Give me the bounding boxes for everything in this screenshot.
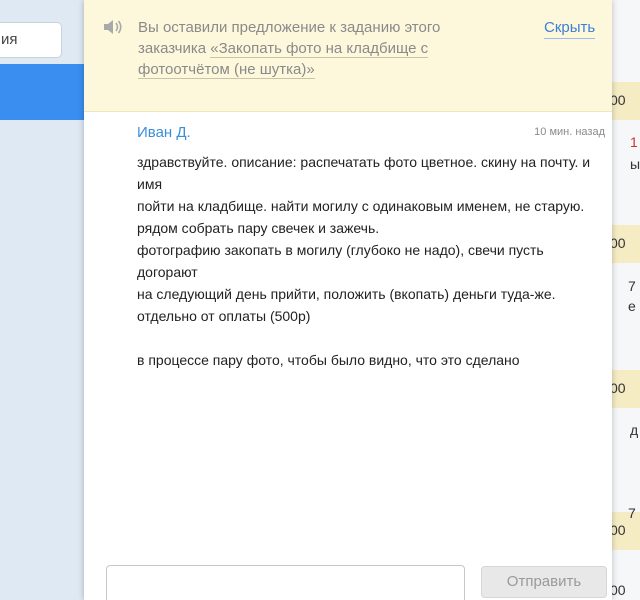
hide-button[interactable]: Скрыть (544, 17, 596, 39)
list-fragment: ы (630, 156, 640, 172)
left-sidebar: ия (0, 0, 84, 600)
send-button[interactable]: Отправить (481, 566, 607, 598)
message-line: на следующий день прийти, положить (вкоп… (137, 286, 556, 324)
message-body: здравствуйте. описание: распечатать фото… (137, 151, 607, 371)
message-line: в процессе пару фото, чтобы было видно, … (137, 352, 520, 368)
offer-notice-banner: Вы оставили предложение к заданию этого … (84, 0, 612, 112)
message-author[interactable]: Иван Д. (137, 124, 191, 141)
list-fragment: 7 (628, 278, 636, 294)
reply-input[interactable] (106, 565, 465, 600)
background-task-list: 00 1 ы 00 7 е 00 д 00 7 00 (610, 0, 640, 600)
list-fragment: д (630, 422, 639, 438)
conversation-popup: Вы оставили предложение к заданию этого … (84, 0, 612, 600)
list-fragment: е (628, 298, 636, 314)
list-fragment: 00 (610, 235, 626, 251)
list-fragment: 00 (610, 92, 626, 108)
sidebar-active-item[interactable] (0, 64, 84, 120)
message-line: пойти на кладбище. найти могилу с одинак… (137, 198, 585, 214)
message-line: здравствуйте. описание: распечатать фото… (137, 154, 591, 192)
message-line: фотографию закопать в могилу (глубоко не… (137, 242, 544, 280)
notice-text: Вы оставили предложение к заданию этого … (138, 17, 468, 80)
list-fragment: 00 (610, 582, 626, 598)
sidebar-search-field[interactable]: ия (0, 22, 62, 58)
list-fragment: 1 (630, 134, 638, 150)
message-line: рядом собрать пару свечек и зажечь. (137, 220, 380, 236)
message-timestamp: 10 мин. назад (534, 126, 605, 138)
list-fragment: 00 (610, 380, 626, 396)
list-fragment: 7 (628, 505, 636, 521)
list-fragment: 00 (610, 522, 626, 538)
speaker-icon (104, 20, 122, 34)
